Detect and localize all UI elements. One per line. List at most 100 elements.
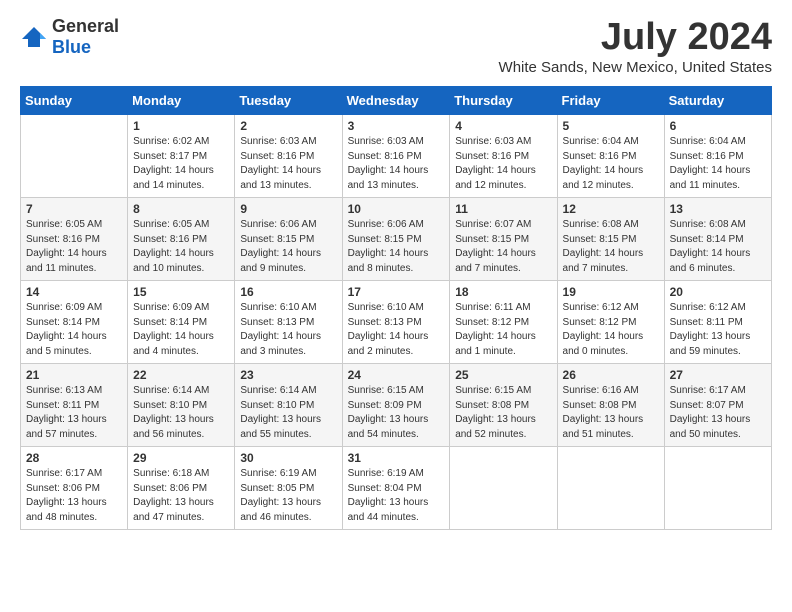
- day-cell: 9 Sunrise: 6:06 AM Sunset: 8:15 PM Daylig…: [235, 198, 342, 281]
- day-info: Sunrise: 6:03 AM Sunset: 8:16 PM Dayligh…: [455, 135, 551, 193]
- day-of-week-monday: Monday: [128, 87, 235, 115]
- logo-general: General: [52, 16, 119, 36]
- day-cell: 28 Sunrise: 6:17 AM Sunset: 8:06 PM Dayli…: [21, 447, 128, 530]
- day-number: 4: [455, 119, 551, 133]
- day-info: Sunrise: 6:05 AM Sunset: 8:16 PM Dayligh…: [26, 218, 122, 276]
- day-cell: [664, 447, 771, 530]
- day-of-week-friday: Friday: [557, 87, 664, 115]
- title-area: July 2024 White Sands, New Mexico, Unite…: [499, 16, 772, 76]
- day-cell: 20 Sunrise: 6:12 AM Sunset: 8:11 PM Dayli…: [664, 281, 771, 364]
- day-cell: 5 Sunrise: 6:04 AM Sunset: 8:16 PM Daylig…: [557, 115, 664, 198]
- day-of-week-wednesday: Wednesday: [342, 87, 450, 115]
- week-row-2: 7 Sunrise: 6:05 AM Sunset: 8:16 PM Daylig…: [21, 198, 772, 281]
- logo: General Blue: [20, 16, 119, 58]
- day-number: 12: [563, 202, 659, 216]
- day-info: Sunrise: 6:10 AM Sunset: 8:13 PM Dayligh…: [240, 301, 336, 359]
- day-cell: [557, 447, 664, 530]
- day-number: 29: [133, 451, 229, 465]
- day-cell: 8 Sunrise: 6:05 AM Sunset: 8:16 PM Daylig…: [128, 198, 235, 281]
- day-number: 14: [26, 285, 122, 299]
- day-cell: 25Sunrise: 6:15 AM Sunset: 8:08 PM Dayli…: [450, 364, 557, 447]
- day-info: Sunrise: 6:06 AM Sunset: 8:15 PM Dayligh…: [348, 218, 445, 276]
- day-cell: 19 Sunrise: 6:12 AM Sunset: 8:12 PM Dayli…: [557, 281, 664, 364]
- day-number: 16: [240, 285, 336, 299]
- day-cell: 29 Sunrise: 6:18 AM Sunset: 8:06 PM Dayli…: [128, 447, 235, 530]
- day-info: Sunrise: 6:19 AM Sunset: 8:04 PM Dayligh…: [348, 467, 445, 525]
- day-cell: 18Sunrise: 6:11 AM Sunset: 8:12 PM Dayli…: [450, 281, 557, 364]
- day-number: 23: [240, 368, 336, 382]
- day-number: 6: [670, 119, 766, 133]
- day-info: Sunrise: 6:03 AM Sunset: 8:16 PM Dayligh…: [348, 135, 445, 193]
- day-number: 31: [348, 451, 445, 465]
- day-number: 1: [133, 119, 229, 133]
- calendar-title: July 2024: [499, 16, 772, 59]
- day-cell: 31 Sunrise: 6:19 AM Sunset: 8:04 PM Dayli…: [342, 447, 450, 530]
- day-info: Sunrise: 6:12 AM Sunset: 8:12 PM Dayligh…: [563, 301, 659, 359]
- day-number: 17: [348, 285, 445, 299]
- day-of-week-saturday: Saturday: [664, 87, 771, 115]
- logo-blue: Blue: [52, 37, 91, 57]
- day-info: Sunrise: 6:04 AM Sunset: 8:16 PM Dayligh…: [563, 135, 659, 193]
- week-row-4: 21 Sunrise: 6:13 AM Sunset: 8:11 PM Dayli…: [21, 364, 772, 447]
- logo-text: General Blue: [52, 16, 119, 58]
- day-cell: 23Sunrise: 6:14 AM Sunset: 8:10 PM Dayli…: [235, 364, 342, 447]
- day-cell: 10 Sunrise: 6:06 AM Sunset: 8:15 PM Dayli…: [342, 198, 450, 281]
- day-number: 27: [670, 368, 766, 382]
- day-info: Sunrise: 6:18 AM Sunset: 8:06 PM Dayligh…: [133, 467, 229, 525]
- day-number: 21: [26, 368, 122, 382]
- calendar-header: SundayMondayTuesdayWednesdayThursdayFrid…: [21, 87, 772, 115]
- day-info: Sunrise: 6:16 AM Sunset: 8:08 PM Dayligh…: [563, 384, 659, 442]
- day-cell: 17Sunrise: 6:10 AM Sunset: 8:13 PM Dayli…: [342, 281, 450, 364]
- week-row-1: 1Sunrise: 6:02 AM Sunset: 8:17 PM Daylig…: [21, 115, 772, 198]
- day-number: 11: [455, 202, 551, 216]
- day-info: Sunrise: 6:14 AM Sunset: 8:10 PM Dayligh…: [133, 384, 229, 442]
- day-number: 5: [563, 119, 659, 133]
- day-info: Sunrise: 6:09 AM Sunset: 8:14 PM Dayligh…: [26, 301, 122, 359]
- day-of-week-sunday: Sunday: [21, 87, 128, 115]
- day-cell: 30Sunrise: 6:19 AM Sunset: 8:05 PM Dayli…: [235, 447, 342, 530]
- day-cell: 16 Sunrise: 6:10 AM Sunset: 8:13 PM Dayli…: [235, 281, 342, 364]
- day-number: 20: [670, 285, 766, 299]
- day-cell: 4 Sunrise: 6:03 AM Sunset: 8:16 PM Daylig…: [450, 115, 557, 198]
- day-info: Sunrise: 6:15 AM Sunset: 8:09 PM Dayligh…: [348, 384, 445, 442]
- week-row-3: 14 Sunrise: 6:09 AM Sunset: 8:14 PM Dayli…: [21, 281, 772, 364]
- day-info: Sunrise: 6:05 AM Sunset: 8:16 PM Dayligh…: [133, 218, 229, 276]
- header-row: SundayMondayTuesdayWednesdayThursdayFrid…: [21, 87, 772, 115]
- day-info: Sunrise: 6:17 AM Sunset: 8:06 PM Dayligh…: [26, 467, 122, 525]
- calendar-table: SundayMondayTuesdayWednesdayThursdayFrid…: [20, 86, 772, 530]
- day-info: Sunrise: 6:13 AM Sunset: 8:11 PM Dayligh…: [26, 384, 122, 442]
- day-info: Sunrise: 6:17 AM Sunset: 8:07 PM Dayligh…: [670, 384, 766, 442]
- day-cell: 24 Sunrise: 6:15 AM Sunset: 8:09 PM Dayli…: [342, 364, 450, 447]
- logo-icon: [20, 25, 48, 49]
- day-info: Sunrise: 6:06 AM Sunset: 8:15 PM Dayligh…: [240, 218, 336, 276]
- day-of-week-thursday: Thursday: [450, 87, 557, 115]
- day-info: Sunrise: 6:07 AM Sunset: 8:15 PM Dayligh…: [455, 218, 551, 276]
- day-number: 28: [26, 451, 122, 465]
- day-cell: 7 Sunrise: 6:05 AM Sunset: 8:16 PM Daylig…: [21, 198, 128, 281]
- day-cell: 11 Sunrise: 6:07 AM Sunset: 8:15 PM Dayli…: [450, 198, 557, 281]
- calendar-subtitle: White Sands, New Mexico, United States: [499, 59, 772, 76]
- header: General Blue July 2024 White Sands, New …: [20, 16, 772, 76]
- day-number: 9: [240, 202, 336, 216]
- day-cell: 14 Sunrise: 6:09 AM Sunset: 8:14 PM Dayli…: [21, 281, 128, 364]
- day-number: 24: [348, 368, 445, 382]
- day-number: 19: [563, 285, 659, 299]
- day-info: Sunrise: 6:09 AM Sunset: 8:14 PM Dayligh…: [133, 301, 229, 359]
- day-number: 10: [348, 202, 445, 216]
- day-info: Sunrise: 6:19 AM Sunset: 8:05 PM Dayligh…: [240, 467, 336, 525]
- day-number: 18: [455, 285, 551, 299]
- day-number: 26: [563, 368, 659, 382]
- day-number: 13: [670, 202, 766, 216]
- day-cell: 6 Sunrise: 6:04 AM Sunset: 8:16 PM Daylig…: [664, 115, 771, 198]
- day-cell: 12 Sunrise: 6:08 AM Sunset: 8:15 PM Dayli…: [557, 198, 664, 281]
- week-row-5: 28 Sunrise: 6:17 AM Sunset: 8:06 PM Dayli…: [21, 447, 772, 530]
- day-cell: 1Sunrise: 6:02 AM Sunset: 8:17 PM Daylig…: [128, 115, 235, 198]
- day-number: 8: [133, 202, 229, 216]
- day-number: 7: [26, 202, 122, 216]
- day-info: Sunrise: 6:04 AM Sunset: 8:16 PM Dayligh…: [670, 135, 766, 193]
- day-cell: [21, 115, 128, 198]
- day-number: 3: [348, 119, 445, 133]
- day-cell: [450, 447, 557, 530]
- day-info: Sunrise: 6:12 AM Sunset: 8:11 PM Dayligh…: [670, 301, 766, 359]
- day-info: Sunrise: 6:08 AM Sunset: 8:15 PM Dayligh…: [563, 218, 659, 276]
